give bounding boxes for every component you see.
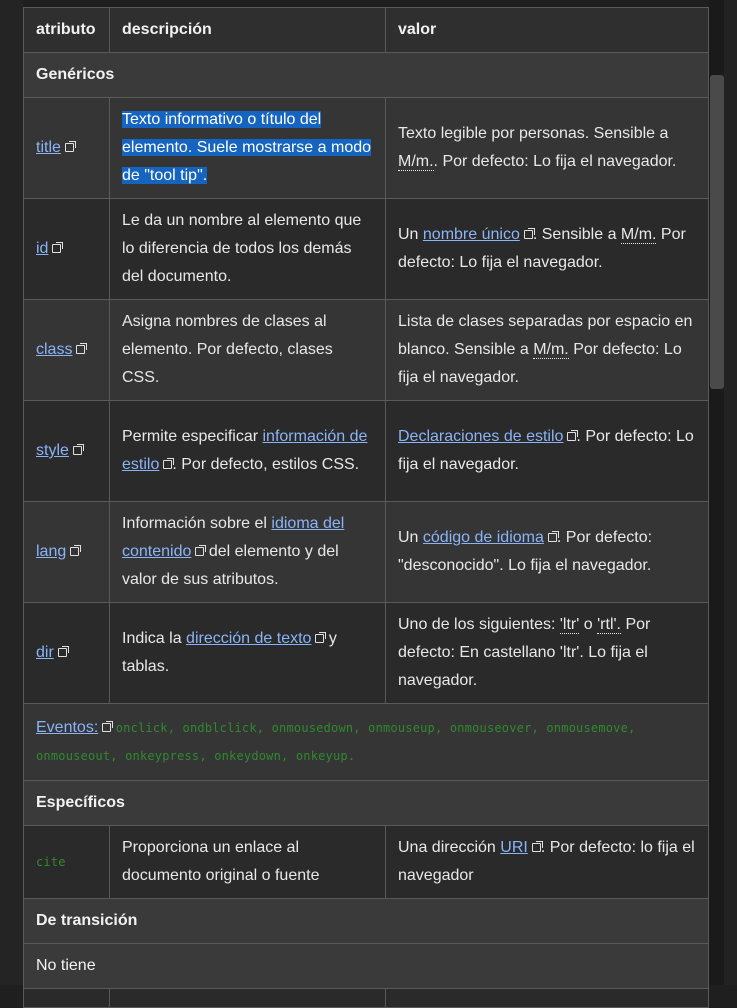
header-descripcion: descripción bbox=[109, 7, 386, 53]
link-direccion-de-texto[interactable]: dirección de texto bbox=[186, 630, 311, 647]
desc-style: Permite especificar información de estil… bbox=[109, 400, 386, 502]
desc-title: Texto informativo o título del elemento.… bbox=[122, 111, 372, 184]
attr-link-lang[interactable]: lang bbox=[36, 543, 66, 560]
next-table-header-cut bbox=[23, 988, 709, 1008]
external-link-icon bbox=[163, 458, 175, 470]
table-row: lang Información sobre el idioma del con… bbox=[23, 501, 709, 603]
section-de-transicion: De transición bbox=[23, 898, 709, 944]
table-header-row: atributo descripción valor bbox=[23, 7, 709, 53]
attr-link-style[interactable]: style bbox=[36, 442, 69, 459]
scrollbar-rail bbox=[724, 0, 737, 985]
attr-cite: cite bbox=[36, 855, 66, 869]
desc-class: Asigna nombres de clases al elemento. Po… bbox=[109, 299, 386, 401]
desc-lang: Información sobre el idioma del contenid… bbox=[109, 501, 386, 603]
value-id: Un nombre único. Sensible a M/m. Por def… bbox=[385, 198, 709, 300]
no-tiene-text: No tiene bbox=[23, 943, 709, 989]
external-link-icon bbox=[102, 721, 114, 733]
external-link-icon bbox=[195, 545, 207, 557]
attr-link-dir[interactable]: dir bbox=[36, 644, 54, 661]
left-gutter bbox=[0, 0, 23, 985]
table-row: dir Indica la dirección de texto y tabla… bbox=[23, 602, 709, 704]
external-link-icon bbox=[52, 242, 64, 254]
attributes-table: atributo descripción valor Genéricos tit… bbox=[23, 7, 709, 1008]
link-codigo-de-idioma[interactable]: código de idioma bbox=[423, 529, 544, 546]
desc-dir: Indica la dirección de texto y tablas. bbox=[109, 602, 386, 704]
external-link-icon bbox=[70, 545, 82, 557]
external-link-icon bbox=[523, 228, 535, 240]
external-link-icon bbox=[72, 444, 84, 456]
section-especificos: Específicos bbox=[23, 780, 709, 826]
attr-link-title[interactable]: title bbox=[36, 139, 61, 156]
abbr-case: M/m. bbox=[533, 341, 569, 359]
table-row: style Permite especificar información de… bbox=[23, 400, 709, 502]
desc-cite: Proporciona un enlace al documento origi… bbox=[109, 825, 386, 899]
table-row: title Texto informativo o título del ele… bbox=[23, 97, 709, 199]
external-link-icon bbox=[57, 646, 69, 658]
link-uri[interactable]: URI bbox=[500, 839, 528, 856]
header-atributo: atributo bbox=[23, 7, 110, 53]
table-row: class Asigna nombres de clases al elemen… bbox=[23, 299, 709, 401]
external-link-icon bbox=[315, 632, 327, 644]
scrollbar-thumb[interactable] bbox=[710, 75, 724, 389]
events-row: Eventos: onclick, ondblclick, onmousedow… bbox=[23, 703, 709, 781]
external-link-icon bbox=[64, 141, 76, 153]
abbr-case: M/m. bbox=[620, 226, 657, 244]
header-valor: valor bbox=[385, 7, 709, 53]
table-row: id Le da un nombre al elemento que lo di… bbox=[23, 198, 709, 300]
value-dir: Uno de los siguientes: 'ltr' o 'rtl'. Po… bbox=[385, 602, 709, 704]
abbr-ltr: 'ltr' bbox=[559, 616, 580, 634]
external-link-icon bbox=[567, 430, 579, 442]
events-list: onclick, ondblclick, onmousedown, onmous… bbox=[36, 721, 636, 763]
value-cite: Una dirección URI. Por defecto: lo fija … bbox=[385, 825, 709, 899]
value-lang: Un código de idioma. Por defecto: "desco… bbox=[385, 501, 709, 603]
link-declaraciones-de-estilo[interactable]: Declaraciones de estilo bbox=[398, 428, 563, 445]
value-title: Texto legible por personas. Sensible a M… bbox=[385, 97, 709, 199]
value-style: Declaraciones de estilo. Por defecto: Lo… bbox=[385, 400, 709, 502]
attr-link-class[interactable]: class bbox=[36, 341, 72, 358]
abbr-rtl: 'rtl'. bbox=[597, 616, 621, 634]
desc-id: Le da un nombre al elemento que lo difer… bbox=[109, 198, 386, 300]
external-link-icon bbox=[531, 841, 543, 853]
attr-link-id[interactable]: id bbox=[36, 240, 48, 257]
link-eventos[interactable]: Eventos: bbox=[36, 719, 98, 736]
value-class: Lista de clases separadas por espacio en… bbox=[385, 299, 709, 401]
table-row: cite Proporciona un enlace al documento … bbox=[23, 825, 709, 899]
external-link-icon bbox=[76, 343, 88, 355]
external-link-icon bbox=[547, 531, 559, 543]
abbr-case: M/m. bbox=[398, 153, 434, 171]
section-genericos: Genéricos bbox=[23, 52, 709, 98]
link-nombre-unico[interactable]: nombre único bbox=[423, 226, 520, 243]
